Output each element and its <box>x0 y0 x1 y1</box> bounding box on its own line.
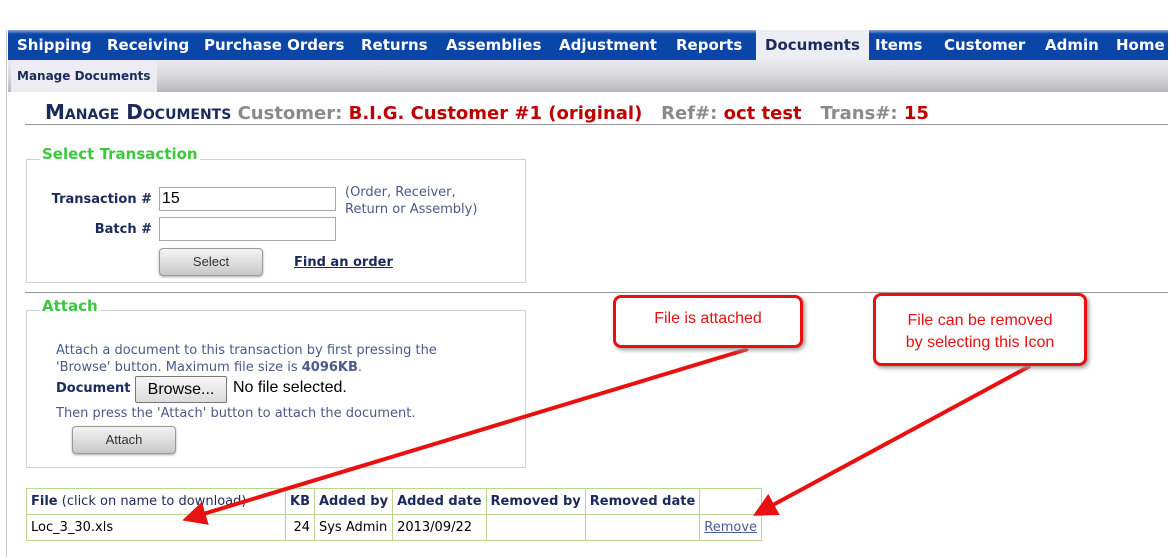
callout-text: File is attached <box>654 310 762 327</box>
callout-file-attached: File is attached <box>613 295 803 348</box>
callout-file-removable: File can be removed by selecting this Ico… <box>873 293 1087 366</box>
arrow-to-file <box>182 347 749 525</box>
arrow-to-remove <box>752 364 1031 516</box>
annotation-arrows <box>182 347 1031 525</box>
callout-text: by selecting this Icon <box>905 334 1055 351</box>
callout-text: File can be removed <box>907 312 1053 329</box>
